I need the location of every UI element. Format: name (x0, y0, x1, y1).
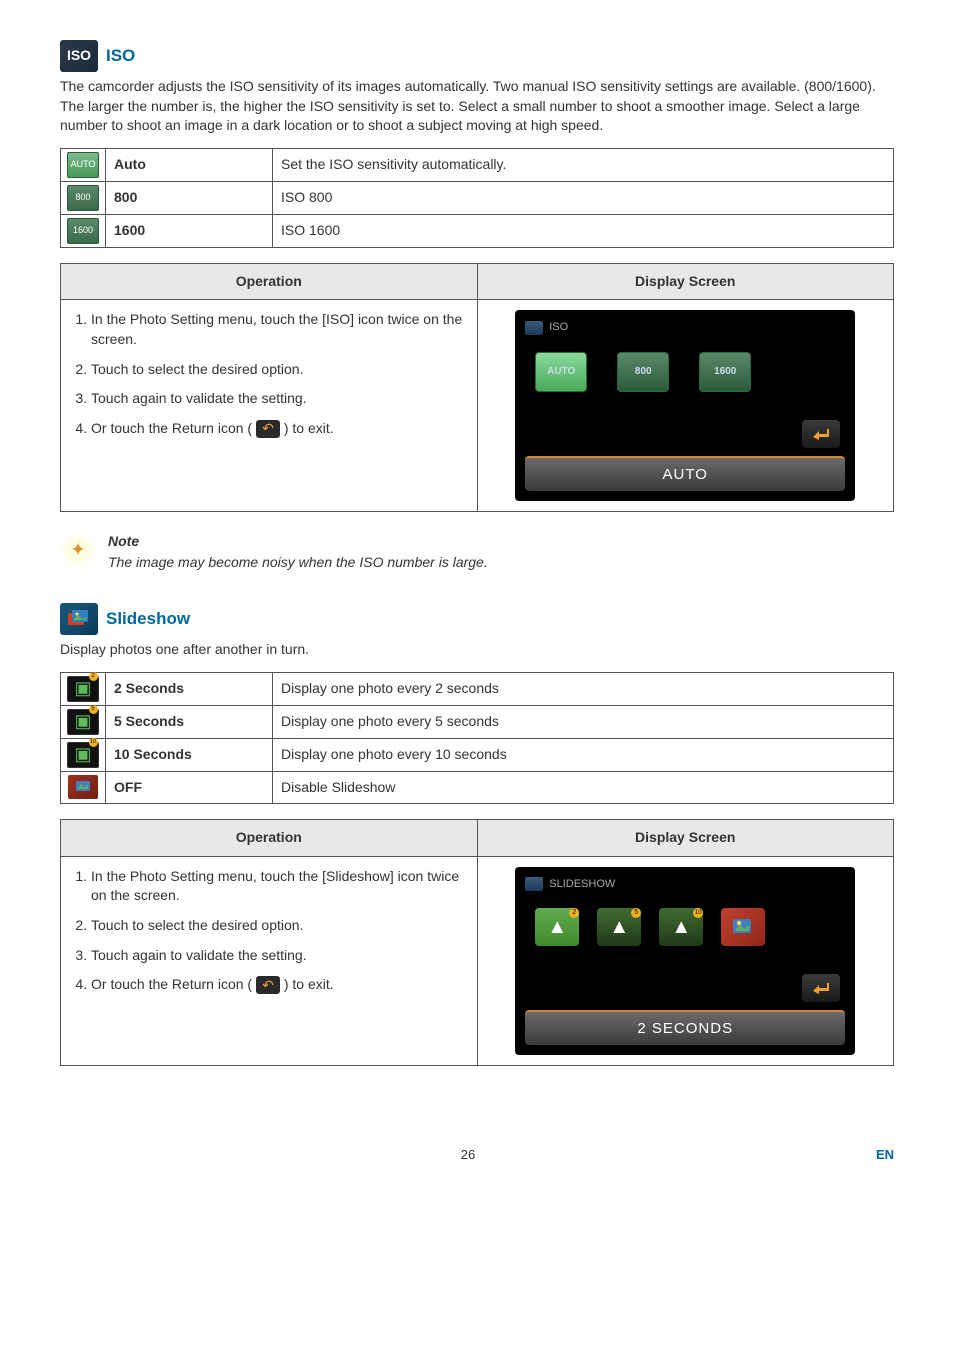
slideshow-2s-icon: ▣2 (67, 676, 99, 702)
table-row: AUTO Auto Set the ISO sensitivity automa… (61, 148, 894, 181)
option-label: 5 Seconds (106, 705, 273, 738)
note-icon (60, 532, 96, 568)
display-screen-header: Display Screen (477, 263, 894, 300)
slideshow-icon (60, 603, 98, 635)
operation-step: Touch again to validate the setting. (91, 946, 465, 966)
option-desc: Display one photo every 5 seconds (273, 705, 894, 738)
slideshow-title: Slideshow (106, 607, 190, 631)
slideshow-description: Display photos one after another in turn… (60, 640, 894, 660)
screen-title-bar: ISO (525, 320, 845, 335)
operation-step: Or touch the Return icon ( ) to exit. (91, 975, 465, 995)
slideshow-10s-icon: ▣10 (67, 742, 99, 768)
iso-800-icon: 800 (67, 185, 99, 211)
option-desc: ISO 800 (273, 181, 894, 214)
table-row: OFF Disable Slideshow (61, 771, 894, 804)
page-footer: 26 EN (60, 1146, 894, 1164)
slideshow-options-table: ▣2 2 Seconds Display one photo every 2 s… (60, 672, 894, 805)
screen-title-icon (525, 321, 543, 335)
iso-auto-icon: AUTO (67, 152, 99, 178)
table-row: 1600 1600 ISO 1600 (61, 214, 894, 247)
return-arrow-icon (809, 979, 833, 997)
table-row: ▣10 10 Seconds Display one photo every 1… (61, 738, 894, 771)
operation-cell: In the Photo Setting menu, touch the [Sl… (61, 856, 478, 1065)
operation-step: Touch again to validate the setting. (91, 389, 465, 409)
operation-cell: In the Photo Setting menu, touch the [IS… (61, 300, 478, 511)
iso-operation-table: Operation Display Screen In the Photo Se… (60, 263, 894, 512)
note-title: Note (108, 532, 488, 552)
slideshow-screen-10s-button[interactable]: ▲10 (659, 908, 703, 946)
iso-screen-auto-button[interactable]: AUTO (535, 352, 587, 392)
slideshow-operation-table: Operation Display Screen In the Photo Se… (60, 819, 894, 1066)
operation-header: Operation (61, 820, 478, 857)
iso-screen-1600-button[interactable]: 1600 (699, 352, 751, 392)
iso-display-screen: ISO AUTO 800 1600 AUTO (515, 310, 855, 500)
slideshow-display-screen: SLIDESHOW ▲2 ▲5 ▲10 2 SECONDS (515, 867, 855, 1055)
operation-step: Touch to select the desired option. (91, 360, 465, 380)
option-desc: ISO 1600 (273, 214, 894, 247)
page-number: 26 (461, 1146, 475, 1164)
screen-footer-bar: AUTO (525, 456, 845, 491)
slideshow-off-icon (68, 775, 98, 799)
table-row: ▣5 5 Seconds Display one photo every 5 s… (61, 705, 894, 738)
option-desc: Set the ISO sensitivity automatically. (273, 148, 894, 181)
table-row: 800 800 ISO 800 (61, 181, 894, 214)
iso-section-header: ISO ISO (60, 40, 894, 72)
option-label: 800 (106, 181, 273, 214)
iso-1600-icon: 1600 (67, 218, 99, 244)
option-desc: Display one photo every 2 seconds (273, 672, 894, 705)
screen-title: ISO (549, 320, 568, 335)
option-desc: Disable Slideshow (273, 771, 894, 804)
display-screen-cell: ISO AUTO 800 1600 AUTO (477, 300, 894, 511)
display-screen-header: Display Screen (477, 820, 894, 857)
iso-buttons-row: AUTO 800 1600 (525, 344, 845, 400)
return-arrow-icon (809, 425, 833, 443)
option-label: 2 Seconds (106, 672, 273, 705)
iso-icon: ISO (60, 40, 98, 72)
slideshow-buttons-row: ▲2 ▲5 ▲10 (525, 900, 845, 954)
language-label: EN (876, 1146, 894, 1164)
screen-return-button[interactable] (802, 974, 840, 1002)
operation-step: In the Photo Setting menu, touch the [IS… (91, 310, 465, 349)
screen-footer-bar: 2 SECONDS (525, 1010, 845, 1045)
operation-step: Touch to select the desired option. (91, 916, 465, 936)
operation-step: In the Photo Setting menu, touch the [Sl… (91, 867, 465, 906)
screen-return-button[interactable] (802, 420, 840, 448)
screen-title-icon (525, 877, 543, 891)
table-row: ▣2 2 Seconds Display one photo every 2 s… (61, 672, 894, 705)
option-label: 1600 (106, 214, 273, 247)
option-label: Auto (106, 148, 273, 181)
screen-title: SLIDESHOW (549, 877, 615, 892)
note-block: Note The image may become noisy when the… (60, 532, 894, 573)
display-screen-cell: SLIDESHOW ▲2 ▲5 ▲10 2 SECONDS (477, 856, 894, 1065)
return-icon (256, 420, 280, 438)
screen-title-bar: SLIDESHOW (525, 877, 845, 892)
option-label: OFF (106, 771, 273, 804)
slideshow-screen-5s-button[interactable]: ▲5 (597, 908, 641, 946)
iso-description: The camcorder adjusts the ISO sensitivit… (60, 77, 894, 136)
iso-options-table: AUTO Auto Set the ISO sensitivity automa… (60, 148, 894, 248)
slideshow-section-header: Slideshow (60, 603, 894, 635)
operation-header: Operation (61, 263, 478, 300)
iso-screen-800-button[interactable]: 800 (617, 352, 669, 392)
operation-step: Or touch the Return icon ( ) to exit. (91, 419, 465, 439)
return-icon (256, 976, 280, 994)
note-text: The image may become noisy when the ISO … (108, 553, 488, 573)
iso-title: ISO (106, 44, 135, 68)
slideshow-screen-2s-button[interactable]: ▲2 (535, 908, 579, 946)
slideshow-screen-off-button[interactable] (721, 908, 765, 946)
slideshow-5s-icon: ▣5 (67, 709, 99, 735)
option-desc: Display one photo every 10 seconds (273, 738, 894, 771)
option-label: 10 Seconds (106, 738, 273, 771)
